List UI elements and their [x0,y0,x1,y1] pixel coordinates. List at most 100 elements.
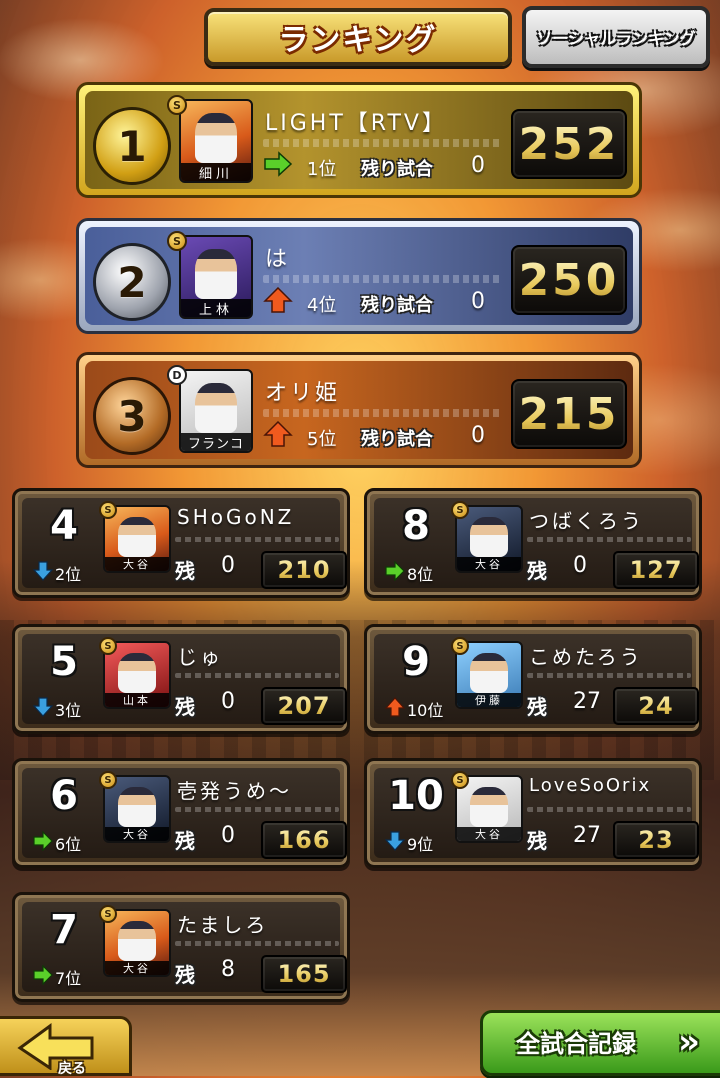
rarity-badge-icon: S [167,95,187,115]
score-value: 127 [629,556,683,584]
divider [527,807,691,812]
ranking-card-7[interactable]: 7 S 大谷 たましろ 7位 残 8 165 [12,892,350,1002]
previous-rank: 1位 [307,159,337,180]
tab-ranking-label: ランキング [278,23,438,58]
ranking-card-10[interactable]: 10 S 大谷 LoveSoOrix 9位 残 27 23 [364,758,702,868]
remaining-games-value: 27 [573,823,601,848]
divider [175,941,339,946]
player-name: こめたろう [529,645,643,669]
chevron-right-icon: » [678,1022,700,1062]
divider [527,537,691,542]
rarity-badge-icon: D [167,365,187,385]
previous-rank: 5位 [307,429,337,450]
previous-rank: 4位 [307,295,337,316]
ranking-card-8[interactable]: 8 S 大谷 つばくろう 8位 残 0 127 [364,488,702,598]
previous-rank: 10位 [407,701,444,720]
remaining-games-label: 残り試合 [361,159,433,180]
previous-rank: 7位 [55,969,82,988]
rank-number: 5 [50,639,78,685]
previous-rank: 9位 [407,835,434,854]
remaining-games-label: 残 [527,695,547,719]
score-box: 23 [613,821,699,859]
score-box: 207 [261,687,347,725]
score-value: 23 [638,826,674,854]
divider [175,673,339,678]
divider [263,139,503,147]
player-name: LIGHT【RTV】 [265,111,447,136]
rarity-badge-icon: S [167,231,187,251]
player-name: SHoGoNZ [177,505,295,529]
previous-rank: 2位 [55,565,82,584]
rarity-badge-icon: S [99,501,117,519]
remaining-games-value: 0 [573,553,587,578]
score-value: 166 [277,826,331,854]
previous-rank: 3位 [55,701,82,720]
remaining-games-value: 0 [471,423,485,448]
rarity-badge-icon: S [451,501,469,519]
back-label: 戻る [58,1061,86,1077]
ranking-card-5[interactable]: 5 S 山本 じゅ 3位 残 0 207 [12,624,350,734]
rank-number: 4 [50,503,78,549]
previous-rank: 6位 [55,835,82,854]
remaining-games-value: 0 [221,689,235,714]
previous-rank: 8位 [407,565,434,584]
all-games-record-label: 全試合記録 [516,1030,636,1058]
trend-up-icon [385,697,405,717]
player-name: つばくろう [529,509,644,533]
score-value: 250 [518,254,620,306]
tab-social-ranking-label: ソーシャルランキング [536,29,696,48]
trend-up-icon [263,287,293,313]
rarity-badge-icon: S [99,637,117,655]
rank-number: 7 [50,907,78,953]
trend-same-icon [385,561,405,581]
rarity-badge-icon: S [99,771,117,789]
rarity-badge-icon: S [451,637,469,655]
score-value: 210 [277,556,331,584]
tab-ranking[interactable]: ランキング [204,8,512,66]
player-name: じゅ [177,645,223,669]
remaining-games-value: 0 [471,153,485,178]
ranking-card-6[interactable]: 6 S 大谷 壱発うめ〜 6位 残 0 166 [12,758,350,868]
divider [175,537,339,542]
player-card-avatar: 細川 [179,99,253,183]
rank-number: 8 [402,503,430,549]
ranking-row-3[interactable]: 3 D フランコ オリ姫 5位 残り試合 0 215 [76,352,642,468]
remaining-games-label: 残 [175,829,195,853]
rarity-badge-icon: S [99,905,117,923]
remaining-games-label: 残 [175,695,195,719]
trend-down-icon [33,697,53,717]
remaining-games-label: 残 [175,559,195,583]
remaining-games-value: 8 [221,957,235,982]
ranking-card-4[interactable]: 4 S 大谷 SHoGoNZ 2位 残 0 210 [12,488,350,598]
divider [263,409,503,417]
ranking-row-2[interactable]: 2 S 上林 は 4位 残り試合 0 250 [76,218,642,334]
trend-same-icon [33,965,53,985]
rarity-badge-icon: S [451,771,469,789]
rank-number: 10 [388,773,444,819]
score-box: 24 [613,687,699,725]
player-card-avatar: フランコ [179,369,253,453]
player-name: オリ姫 [265,381,341,406]
remaining-games-value: 27 [573,689,601,714]
trend-same-icon [264,151,293,177]
score-box: 165 [261,955,347,993]
trend-same-icon [33,831,53,851]
ranking-row-1[interactable]: 1 S 細川 LIGHT【RTV】 1位 残り試合 0 252 [76,82,642,198]
remaining-games-value: 0 [221,553,235,578]
remaining-games-label: 残り試合 [361,295,433,316]
remaining-games-value: 0 [471,289,485,314]
score-value: 215 [518,388,620,440]
remaining-games-label: 残 [527,829,547,853]
score-box: 215 [511,379,627,449]
remaining-games-label: 残 [527,559,547,583]
ranking-card-9[interactable]: 9 S 伊藤 こめたろう 10位 残 27 24 [364,624,702,734]
rank-number: 6 [50,773,78,819]
medal-icon: 2 [93,243,171,321]
score-value: 165 [277,960,331,988]
score-box: 252 [511,109,627,179]
tab-social-ranking[interactable]: ソーシャルランキング [522,6,710,68]
divider [527,673,691,678]
score-box: 210 [261,551,347,589]
score-box: 166 [261,821,347,859]
player-name: たましろ [177,913,269,937]
